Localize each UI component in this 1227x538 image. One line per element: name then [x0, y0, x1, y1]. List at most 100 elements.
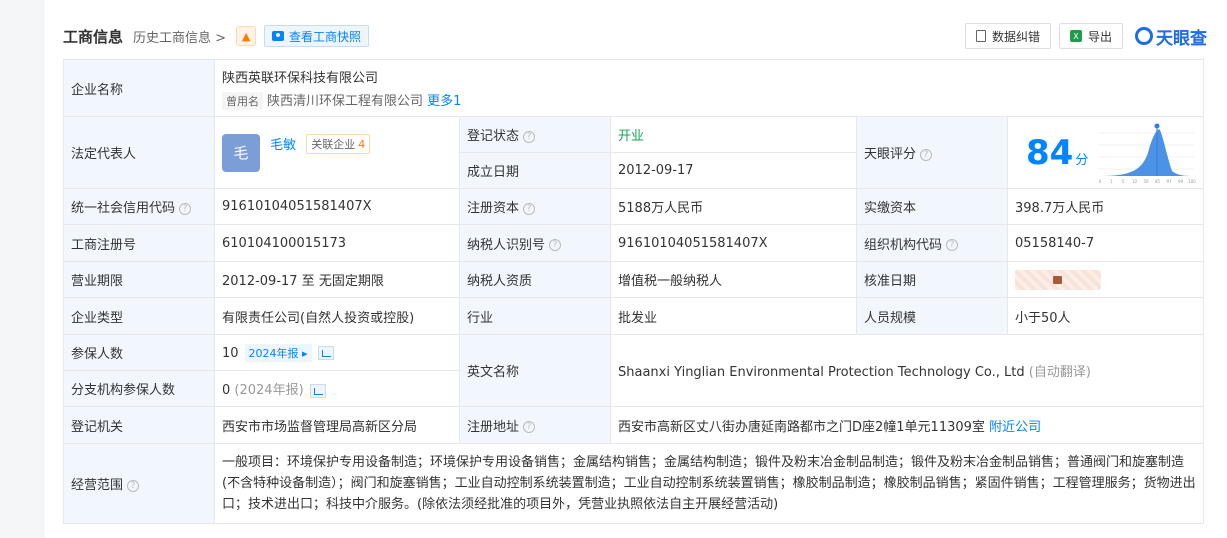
nearby-companies-link[interactable]: 附近公司: [989, 420, 1041, 435]
tax-quality-value: 增值税一般纳税人: [610, 261, 857, 298]
camera-icon: [272, 31, 285, 41]
credit-code-label-cell: 统一社会信用代码?: [63, 188, 215, 225]
table-row: 营业期限 2012-09-17 至 无固定期限 纳税人资质 增值税一般纳税人 核…: [63, 261, 1205, 298]
english-name-value: Shaanxi Yinglian Environmental Protectio…: [618, 365, 1025, 380]
export-button[interactable]: X 导出: [1058, 23, 1123, 49]
rating-axis-tick: 5: [1122, 179, 1125, 184]
help-icon[interactable]: ?: [127, 479, 140, 492]
rating-label-cell: 天眼评分?: [856, 116, 1008, 189]
approve-date-cell: [1006, 261, 1205, 298]
branch-insured-year: (2024年报): [234, 383, 304, 398]
found-date-label: 成立日期: [459, 152, 611, 189]
table-row: 企业类型 有限责任公司(自然人投资或控股) 行业 批发业 人员规模 小于50人: [63, 297, 1205, 335]
brand-text: 天眼查: [1156, 28, 1207, 49]
business-info-panel: 工商信息 历史工商信息 > ▲ 查看工商快照 数据纠错 X 导出 天眼查 企业名称…: [45, 0, 1227, 538]
trend-chart-icon[interactable]: [309, 383, 326, 398]
reg-capital-value: 5188万人民币: [610, 188, 857, 225]
rating-axis-tick: 10: [1132, 179, 1138, 184]
table-row: 统一社会信用代码? 91610104051581407X 注册资本? 5188万…: [63, 188, 1205, 225]
help-icon[interactable]: ?: [523, 202, 536, 215]
scope-label: 经营范围: [71, 478, 124, 493]
address-label-cell: 注册地址?: [459, 406, 611, 444]
found-date-value: 2012-09-17: [610, 152, 857, 189]
company-name-label: 企业名称: [63, 59, 215, 117]
related-label: 关联企业: [311, 137, 356, 151]
scope-value: 一般项目：环境保护专用设备制造；环境保护专用设备销售；金属结构销售；金属结构制造…: [213, 443, 1205, 524]
paid-capital-label: 实缴资本: [856, 188, 1008, 225]
english-name-cell: Shaanxi Yinglian Environmental Protectio…: [609, 334, 1205, 407]
former-name-tag: 曾用名: [222, 91, 263, 110]
taxpayer-id-label-cell: 纳税人识别号?: [459, 224, 611, 262]
table-row: 参保人数 10 2024年报 ▸ 英文名称 Shaanxi Yinglian En…: [63, 334, 1205, 407]
rating-score: 84: [1026, 133, 1074, 173]
taxpayer-id-value: 91610104051581407X: [610, 224, 857, 262]
credit-code-label: 统一社会信用代码: [71, 201, 176, 216]
rating-axis-tick: 1: [1110, 179, 1113, 184]
snapshot-label: 查看工商快照: [289, 29, 362, 44]
table-row: 经营范围? 一般项目：环境保护专用设备制造；环境保护专用设备销售；金属结构销售；…: [63, 443, 1205, 524]
table-row: 登记机关 西安市市场监督管理局高新区分局 注册地址? 西安市高新区丈八街办唐延南…: [63, 406, 1205, 444]
industry-value: 批发业: [610, 297, 857, 335]
legal-rep-label: 法定代表人: [63, 116, 215, 189]
company-type-label: 企业类型: [63, 297, 215, 335]
info-table: 企业名称 陕西英联环保科技有限公司 曾用名 陕西清川环保工程有限公司 更多1 法定…: [63, 59, 1205, 524]
reg-status-label: 登记状态: [467, 129, 520, 144]
rating-marker-dot: [1154, 123, 1160, 129]
address-value: 西安市高新区丈八街办唐延南路都市之门D座2幢1单元11309室: [618, 419, 985, 435]
logo-icon: [1135, 27, 1153, 45]
reg-no-label: 工商注册号: [63, 224, 215, 262]
scope-label-cell: 经营范围?: [63, 443, 215, 524]
annual-report-label: 2024年报: [248, 346, 299, 360]
reg-status-label-cell: 登记状态?: [459, 116, 611, 153]
branch-insured-value: 0: [222, 383, 231, 398]
approve-date-label: 核准日期: [856, 261, 1008, 298]
authority-label: 登记机关: [63, 406, 215, 444]
legal-rep-name[interactable]: 毛敏: [270, 138, 296, 153]
help-icon[interactable]: ?: [920, 148, 933, 161]
related-count: 4: [358, 137, 366, 151]
rating-cell[interactable]: 84 分 0 1 5 10 50 85 97 99 100: [1006, 116, 1205, 189]
trend-chart-icon[interactable]: [317, 346, 334, 360]
help-icon[interactable]: ?: [549, 239, 562, 251]
tax-quality-label: 纳税人资质: [459, 261, 611, 298]
address-cell: 西安市高新区丈八街办唐延南路都市之门D座2幢1单元11309室 附近公司: [609, 406, 1205, 444]
former-name-row: 曾用名 陕西清川环保工程有限公司 更多1: [222, 90, 1196, 110]
company-name-cell: 陕西英联环保科技有限公司 曾用名 陕西清川环保工程有限公司 更多1: [213, 59, 1205, 117]
related-companies-badge[interactable]: 关联企业 4: [306, 133, 371, 154]
lock-icon[interactable]: [1015, 269, 1101, 290]
org-code-label: 组织机构代码: [864, 237, 943, 253]
section-title: 工商信息: [63, 27, 124, 46]
help-icon[interactable]: ?: [946, 239, 959, 251]
credit-code-value: 91610104051581407X: [214, 188, 460, 225]
table-row: 企业名称 陕西英联环保科技有限公司 曾用名 陕西清川环保工程有限公司 更多1: [63, 59, 1205, 117]
avatar[interactable]: 毛: [222, 133, 260, 172]
document-icon: [975, 30, 986, 42]
table-row: 法定代表人 毛 毛敏 关联企业 4 登记状态? 开业 天眼评分? 84 分 0 1 5 1…: [63, 116, 1205, 189]
correct-label: 数据纠错: [991, 29, 1040, 44]
help-icon[interactable]: ?: [523, 421, 536, 433]
history-link[interactable]: 历史工商信息 >: [133, 27, 226, 46]
paid-capital-value: 398.7万人民币: [1006, 188, 1205, 225]
english-name-label: 英文名称: [459, 334, 611, 407]
correct-button[interactable]: 数据纠错: [964, 23, 1051, 49]
company-type-value: 有限责任公司(自然人投资或控股): [214, 297, 460, 335]
snapshot-button[interactable]: 查看工商快照: [264, 25, 370, 47]
rating-axis-tick: 50: [1143, 179, 1149, 184]
help-icon[interactable]: ?: [179, 202, 192, 215]
auto-translate-note: (自动翻译): [1028, 365, 1091, 380]
rating-axis-tick: 97: [1166, 179, 1172, 184]
annual-report-button[interactable]: 2024年报 ▸: [244, 343, 312, 362]
more-link[interactable]: 更多1: [427, 94, 461, 109]
help-icon[interactable]: ?: [523, 130, 536, 143]
rating-axis-tick: 85: [1155, 179, 1161, 184]
rating-curve-chart: 0 1 5 10 50 85 97 99 100: [1098, 123, 1196, 184]
branch-insured-cell: 0 (2024年报): [214, 370, 460, 407]
rating-score-wrap: 84 分: [1026, 133, 1088, 173]
bell-icon[interactable]: ▲: [236, 26, 257, 46]
insured-value: 10: [222, 345, 239, 361]
address-label: 注册地址: [467, 419, 520, 435]
rating-unit: 分: [1075, 153, 1089, 168]
rating-label: 天眼评分: [864, 147, 917, 162]
rating-axis-tick: 100: [1188, 179, 1196, 184]
excel-icon: X: [1069, 30, 1082, 42]
